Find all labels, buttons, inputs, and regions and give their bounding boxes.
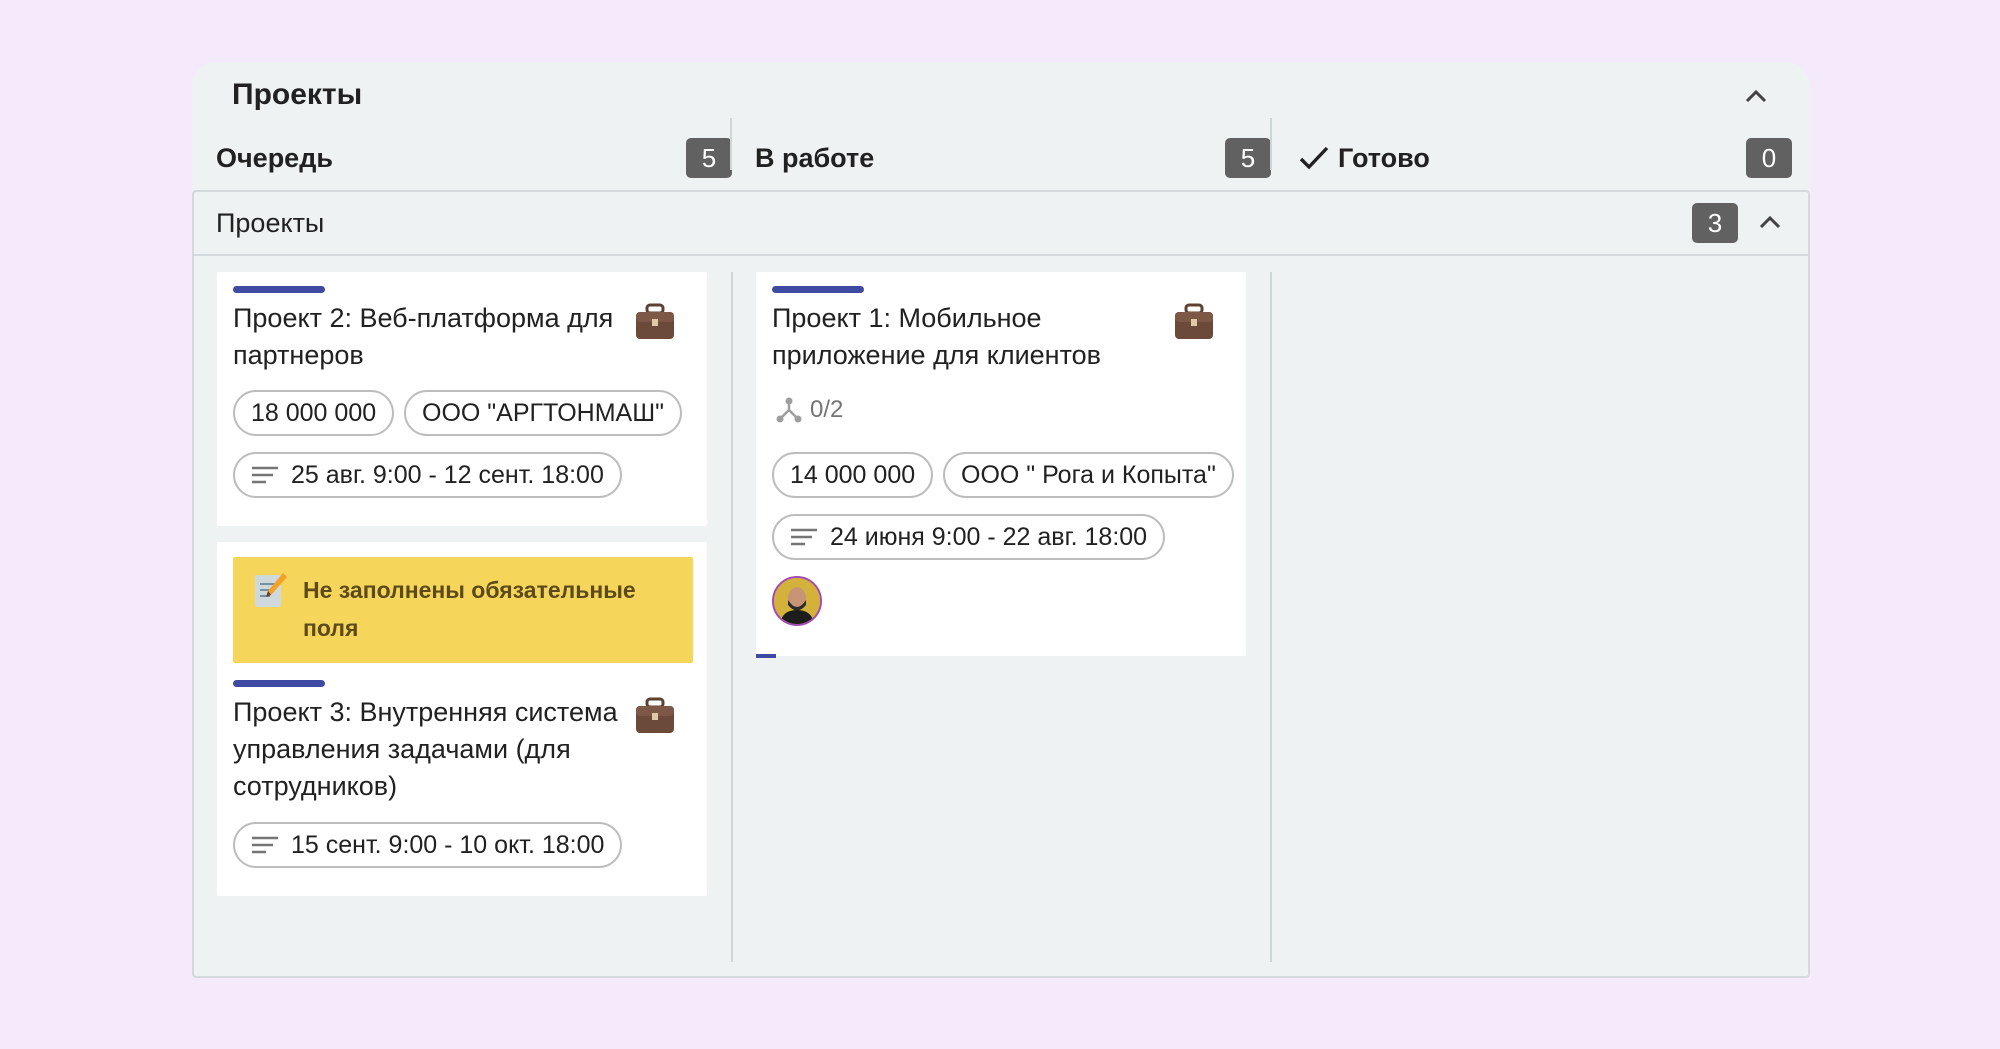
column-header-done: Готово 0 xyxy=(1298,126,1792,190)
subtask-icon xyxy=(776,397,802,423)
date-range-chip[interactable]: 24 июня 9:00 - 22 авг. 18:00 xyxy=(772,514,1166,560)
company-chip[interactable]: ООО "АРГТОНМАШ" xyxy=(404,390,682,436)
company-chip[interactable]: ООО " Рога и Копыта" xyxy=(943,452,1234,498)
amount-chip[interactable]: 18 000 000 xyxy=(233,390,395,436)
swimlane-title: Проекты xyxy=(216,208,325,238)
warning-text: Не заполнены обязательные поля xyxy=(303,577,636,641)
chevron-up-icon xyxy=(1759,215,1781,229)
project-card[interactable]: Не заполнены обязательные поля Проект 3:… xyxy=(217,542,707,896)
column-header-in-progress: В работе 5 xyxy=(755,126,1271,190)
column-header-queue: Очередь 5 xyxy=(216,126,732,190)
card-title[interactable]: Проект 3: Внутренняя система управления … xyxy=(233,694,623,805)
kanban-board: Проекты Очередь 5 В работе 5 Готово 0 Пр… xyxy=(192,62,1810,978)
briefcase-icon xyxy=(636,697,674,733)
date-range-text: 24 июня 9:00 - 22 авг. 18:00 xyxy=(830,523,1148,551)
column-divider xyxy=(730,118,732,170)
board-title: Проекты xyxy=(232,78,363,111)
column-divider xyxy=(731,272,733,962)
card-title[interactable]: Проект 2: Веб-платформа для партнеров xyxy=(233,300,623,374)
column-divider xyxy=(1270,272,1272,962)
subtasks-count: 0/2 xyxy=(810,396,844,423)
card-title[interactable]: Проект 1: Мобильное приложение для клиен… xyxy=(772,300,1162,374)
board-collapse-button[interactable] xyxy=(1738,78,1774,114)
swimlane-collapse-button[interactable] xyxy=(1752,204,1788,240)
column-count-badge: 5 xyxy=(686,138,732,178)
column-label: Готово xyxy=(1338,142,1430,173)
column-count-badge: 0 xyxy=(1746,138,1792,178)
project-card[interactable]: Проект 2: Веб-платформа для партнеров 18… xyxy=(217,272,707,526)
subtasks-indicator[interactable]: 0/2 xyxy=(776,396,843,424)
swimlane-group: Проекты 3 Проект 2: Веб-платформа для па… xyxy=(192,190,1810,978)
column-count-badge: 5 xyxy=(1225,138,1271,178)
memo-icon xyxy=(255,573,287,607)
description-icon xyxy=(251,465,279,485)
project-card[interactable]: Проект 1: Мобильное приложение для клиен… xyxy=(756,272,1246,658)
briefcase-icon xyxy=(636,303,674,339)
briefcase-icon xyxy=(1175,303,1213,339)
date-range-text: 25 авг. 9:00 - 12 сент. 18:00 xyxy=(291,461,604,489)
date-range-chip[interactable]: 15 сент. 9:00 - 10 окт. 18:00 xyxy=(233,822,623,868)
swimlane-count-badge: 3 xyxy=(1692,203,1738,243)
description-icon xyxy=(251,835,279,855)
date-range-chip[interactable]: 25 авг. 9:00 - 12 сент. 18:00 xyxy=(233,452,622,498)
description-icon xyxy=(790,527,818,547)
progress-indicator xyxy=(756,654,776,658)
avatar[interactable] xyxy=(772,576,822,626)
card-color-bar xyxy=(233,680,325,687)
column-label: В работе xyxy=(755,142,875,173)
card-color-bar xyxy=(233,286,325,293)
warning-banner: Не заполнены обязательные поля xyxy=(233,557,693,663)
swimlane-header[interactable]: Проекты 3 xyxy=(194,192,1808,256)
amount-chip[interactable]: 14 000 000 xyxy=(772,452,934,498)
chevron-up-icon xyxy=(1745,89,1767,103)
check-icon xyxy=(1298,144,1330,172)
date-range-text: 15 сент. 9:00 - 10 окт. 18:00 xyxy=(291,831,605,859)
column-divider xyxy=(1270,118,1272,170)
column-label: Очередь xyxy=(216,142,333,173)
card-color-bar xyxy=(772,286,864,293)
